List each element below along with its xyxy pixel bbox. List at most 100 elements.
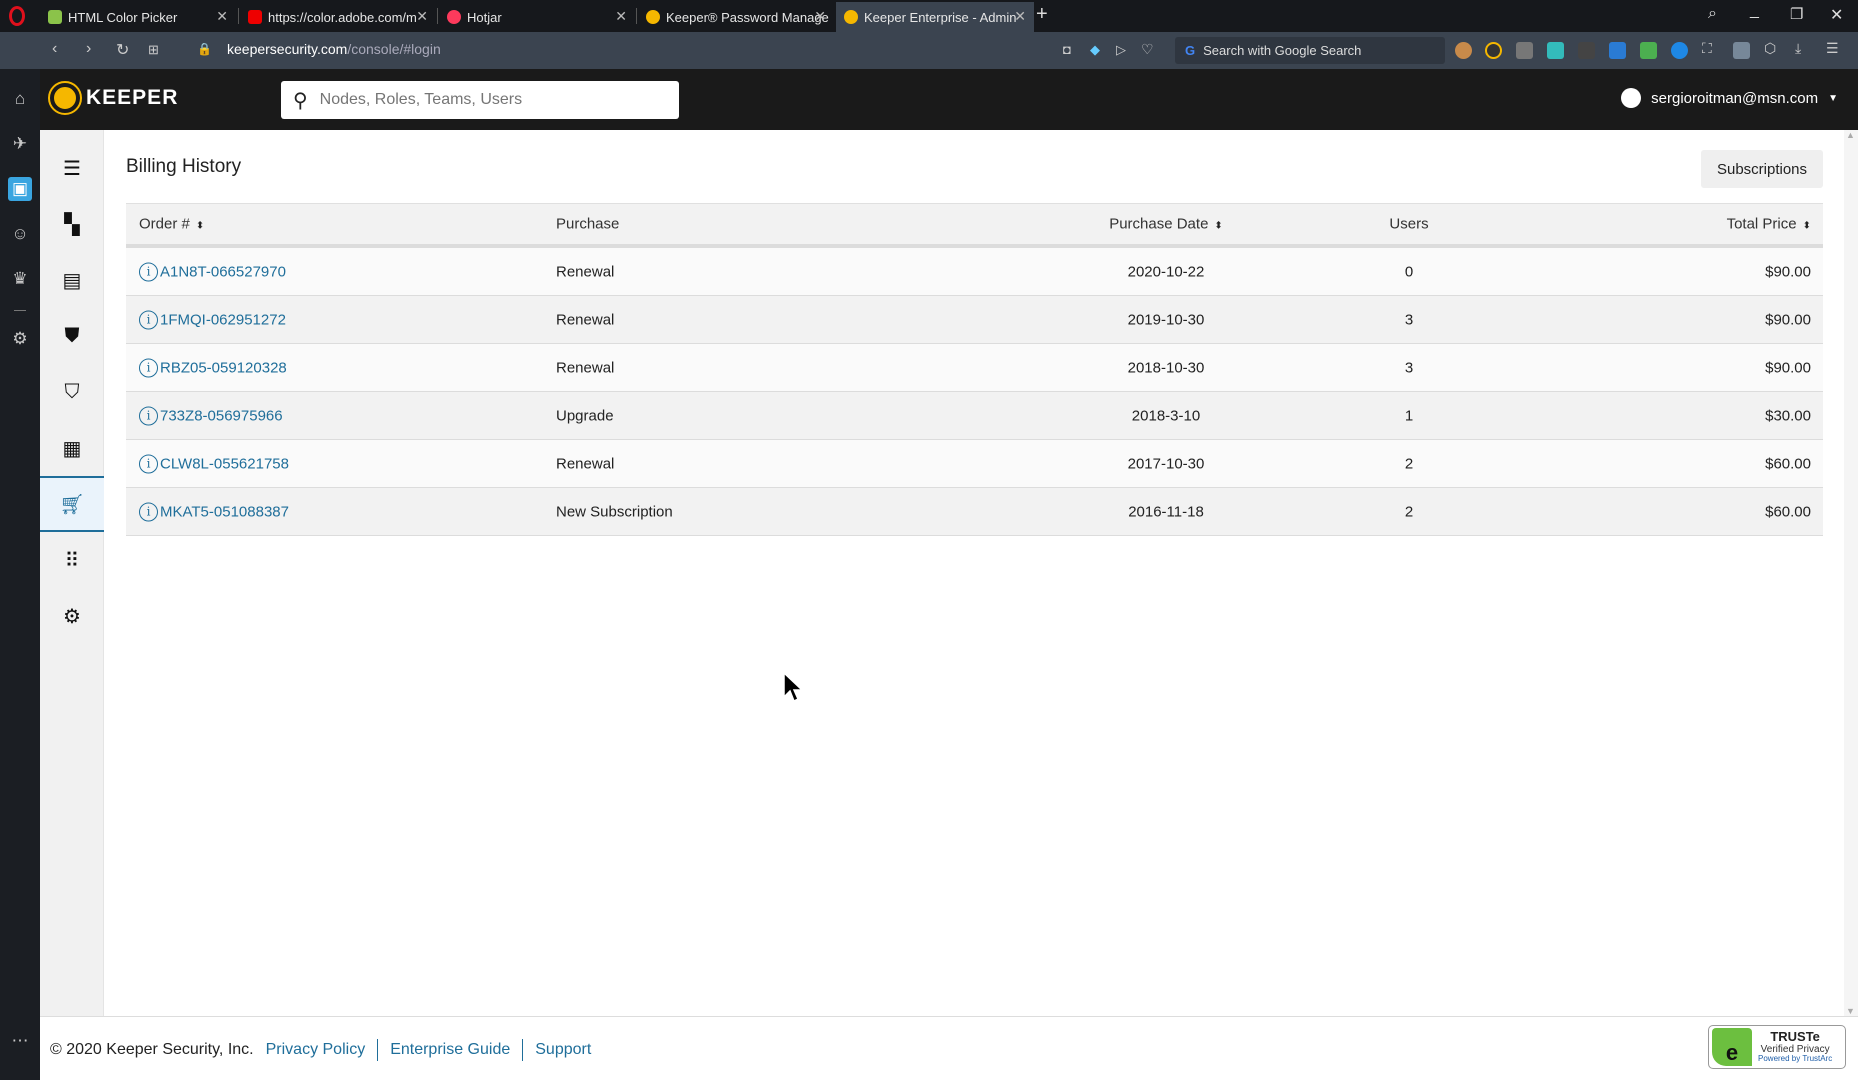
enterprise-guide-link[interactable]: Enterprise Guide — [378, 1041, 522, 1059]
opera-sidebar: ⌂ ✈ ▣ ☺ ♛ ⚙ ⋯ — [0, 69, 40, 1080]
extension-icon[interactable] — [1455, 42, 1472, 59]
download-icon[interactable]: ⤓ — [1795, 40, 1801, 57]
subscriptions-button[interactable]: Subscriptions — [1701, 150, 1823, 188]
info-icon[interactable]: i — [139, 262, 158, 281]
dashboard-icon[interactable]: ▚ — [40, 196, 104, 252]
scroll-down-icon[interactable]: ▼ — [1846, 1006, 1855, 1016]
sort-icon[interactable]: ⬍ — [1214, 221, 1222, 232]
restore-button[interactable]: ❐ — [1790, 5, 1803, 23]
tab-keeper-enterprise[interactable]: Keeper Enterprise - Admin ✕ — [836, 2, 1034, 32]
col-date[interactable]: Purchase Date ⬍ — [1066, 216, 1266, 233]
tab-keeper-password-manager[interactable]: Keeper® Password Manage ✕ — [638, 2, 834, 32]
keeper-extension-icon[interactable] — [1485, 42, 1502, 59]
google-search-field[interactable]: G Search with Google Search — [1175, 37, 1445, 64]
tab-adobe-color[interactable]: https://color.adobe.com/m ✕ — [240, 2, 436, 32]
close-tab-icon[interactable]: ✕ — [216, 8, 228, 25]
sort-icon[interactable]: ⬍ — [1803, 221, 1811, 232]
new-tab-button[interactable]: + — [1036, 3, 1048, 26]
col-order[interactable]: Order # ⬍ — [139, 216, 204, 233]
save-extension-icon[interactable] — [1547, 42, 1564, 59]
order-number[interactable]: RBZ05-059120328 — [160, 359, 287, 376]
info-icon[interactable]: i — [139, 502, 158, 521]
close-window-button[interactable]: ✕ — [1830, 5, 1843, 25]
compliance-shield-icon[interactable]: ⛉ — [40, 364, 104, 420]
scroll-up-icon[interactable]: ▲ — [1846, 130, 1855, 140]
info-icon[interactable]: i — [139, 406, 158, 425]
order-number[interactable]: CLW8L-055621758 — [160, 455, 289, 472]
settings-gear-icon[interactable]: ⚙ — [40, 588, 104, 644]
home-icon[interactable]: ⌂ — [8, 87, 32, 111]
tab-label: Hotjar — [467, 9, 502, 25]
emoji-icon[interactable]: ☺ — [8, 222, 32, 246]
opera-logo-icon[interactable] — [9, 6, 25, 26]
order-link[interactable]: i CLW8L-055621758 — [139, 454, 289, 473]
col-price[interactable]: Total Price ⬍ — [1727, 216, 1811, 233]
close-tab-icon[interactable]: ✕ — [615, 8, 627, 25]
menu-toggle-icon[interactable]: ☰ — [40, 140, 104, 196]
url-field[interactable]: keepersecurity.com/console/#login — [227, 41, 441, 57]
settings-icon[interactable]: ⚙ — [8, 327, 32, 351]
order-number[interactable]: 1FMQI-062951272 — [160, 311, 286, 328]
workspace-icon[interactable]: ▣ — [8, 177, 32, 201]
table-row: i 1FMQI-062951272 Renewal 2019-10-30 3 $9… — [126, 296, 1823, 344]
support-link[interactable]: Support — [523, 1041, 603, 1059]
tab-label: HTML Color Picker — [68, 9, 178, 25]
travel-icon[interactable]: ✈ — [8, 132, 32, 156]
apps-grid-icon[interactable]: ⠿ — [40, 532, 104, 588]
order-link[interactable]: i 1FMQI-062951272 — [139, 310, 286, 329]
privacy-policy-link[interactable]: Privacy Policy — [254, 1041, 378, 1059]
extension-icon[interactable] — [1578, 42, 1595, 59]
easy-setup-icon[interactable]: ☰ — [1826, 40, 1839, 57]
security-shield-icon[interactable]: ⛊ — [40, 308, 104, 364]
snapshot-icon[interactable]: ⛶ — [1702, 40, 1712, 57]
close-tab-icon[interactable]: ✕ — [814, 8, 826, 25]
search-input[interactable] — [319, 91, 660, 109]
more-icon[interactable]: ⋯ — [8, 1029, 32, 1053]
logo-text: KEEPER — [86, 86, 179, 109]
cube-icon[interactable]: ⬡ — [1764, 40, 1776, 57]
divider — [437, 8, 438, 24]
order-number[interactable]: A1N8T-066527970 — [160, 263, 286, 280]
search-box[interactable]: ⚲ — [281, 81, 679, 119]
close-tab-icon[interactable]: ✕ — [1014, 8, 1026, 25]
crown-icon[interactable]: ♛ — [8, 267, 32, 291]
extension-icon[interactable] — [1516, 42, 1533, 59]
extension-icon[interactable] — [1640, 42, 1657, 59]
scrollbar[interactable]: ▲ ▼ — [1844, 130, 1858, 1016]
keeper-logo[interactable]: KEEPER — [48, 81, 179, 115]
billing-cart-icon[interactable]: 🛒︎ — [40, 476, 104, 532]
vpn-shield-icon[interactable]: ◆ — [1090, 42, 1100, 58]
camera-icon[interactable]: ◘ — [1063, 42, 1071, 57]
info-icon[interactable]: i — [139, 310, 158, 329]
forward-icon[interactable]: › — [86, 40, 91, 58]
order-link[interactable]: i RBZ05-059120328 — [139, 358, 287, 377]
extension-icon[interactable] — [1671, 42, 1688, 59]
minimize-button[interactable]: _ — [1750, 2, 1759, 20]
search-tabs-icon[interactable]: ⌕ — [1708, 5, 1717, 23]
col-purchase: Purchase — [556, 215, 620, 233]
user-menu[interactable]: sergioroitman@msn.com ▼ — [1621, 88, 1838, 108]
heart-icon[interactable]: ♡ — [1141, 41, 1154, 58]
sort-icon[interactable]: ⬍ — [196, 221, 204, 232]
reports-clipboard-icon[interactable]: ▦ — [40, 420, 104, 476]
page-title: Billing History — [126, 156, 242, 177]
truste-badge[interactable]: e TRUSTe Verified Privacy Powered by Tru… — [1708, 1025, 1846, 1069]
tab-html-color-picker[interactable]: HTML Color Picker ✕ — [40, 2, 236, 32]
order-link[interactable]: i A1N8T-066527970 — [139, 262, 286, 281]
tab-hotjar[interactable]: Hotjar ✕ — [439, 2, 635, 32]
order-link[interactable]: i 733Z8-056975966 — [139, 406, 283, 425]
info-icon[interactable]: i — [139, 358, 158, 377]
reload-icon[interactable]: ↻ — [116, 40, 129, 60]
users-count: 2 — [1404, 455, 1414, 472]
extension-icon[interactable] — [1733, 42, 1750, 59]
speed-dial-icon[interactable]: ⊞ — [148, 42, 159, 58]
order-number[interactable]: MKAT5-051088387 — [160, 503, 289, 520]
info-icon[interactable]: i — [139, 454, 158, 473]
close-tab-icon[interactable]: ✕ — [416, 8, 428, 25]
admin-icon[interactable]: ▤ — [40, 252, 104, 308]
order-link[interactable]: i MKAT5-051088387 — [139, 502, 289, 521]
extension-icon[interactable] — [1609, 42, 1626, 59]
send-icon[interactable]: ▷ — [1116, 42, 1126, 58]
back-icon[interactable]: ‹ — [52, 40, 57, 58]
order-number[interactable]: 733Z8-056975966 — [160, 407, 283, 424]
